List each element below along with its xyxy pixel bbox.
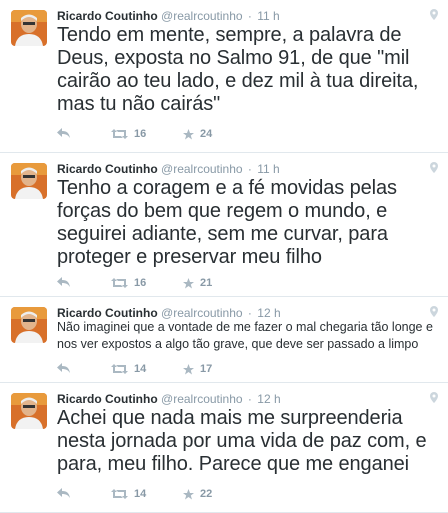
retweet-count: 14 — [134, 363, 147, 375]
reply-icon — [57, 488, 70, 498]
tweet-header: Ricardo Coutinho @realrcoutinho · 11 h — [57, 9, 280, 23]
tweet-header: Ricardo Coutinho @realrcoutinho · 12 h — [57, 306, 281, 320]
author-name[interactable]: Ricardo Coutinho — [57, 162, 158, 176]
retweet-icon — [111, 364, 128, 374]
tweet-timestamp[interactable]: 11 h — [257, 162, 279, 176]
retweet-icon — [111, 129, 128, 139]
tweet-timestamp[interactable]: 12 h — [257, 392, 280, 406]
retweet-button[interactable]: 14 — [111, 488, 146, 500]
avatar[interactable] — [11, 10, 47, 46]
favorite-button[interactable]: 17 — [183, 363, 212, 375]
author-name[interactable]: Ricardo Coutinho — [57, 392, 158, 406]
author-handle[interactable]: @realrcoutinho — [161, 306, 243, 320]
star-icon — [183, 128, 194, 139]
reply-button[interactable] — [57, 128, 70, 138]
location-pin-icon — [430, 160, 438, 178]
star-icon — [183, 277, 194, 288]
tweet-feed: Ricardo Coutinho @realrcoutinho · 11 h T… — [0, 0, 448, 513]
tweet-text: Tenho a coragem e a fé movidas pelas for… — [57, 177, 397, 268]
retweet-icon — [111, 278, 128, 288]
reply-button[interactable] — [57, 363, 70, 373]
location-pin-icon — [430, 7, 438, 25]
location-pin-icon — [430, 390, 438, 408]
tweet-item[interactable]: Ricardo Coutinho @realrcoutinho · 11 h T… — [0, 0, 448, 153]
reply-icon — [57, 277, 70, 287]
author-handle[interactable]: @realrcoutinho — [161, 392, 243, 406]
reply-icon — [57, 363, 70, 373]
favorite-count: 22 — [200, 488, 213, 500]
avatar[interactable] — [11, 163, 47, 199]
retweet-count: 14 — [134, 488, 147, 500]
reply-button[interactable] — [57, 277, 70, 287]
avatar[interactable] — [11, 393, 47, 429]
star-icon — [183, 363, 194, 374]
author-handle[interactable]: @realrcoutinho — [161, 9, 243, 23]
tweet-item[interactable]: Ricardo Coutinho @realrcoutinho · 12 h N… — [0, 297, 448, 383]
favorite-button[interactable]: 22 — [183, 488, 212, 500]
tweet-header: Ricardo Coutinho @realrcoutinho · 11 h — [57, 162, 280, 176]
reply-icon — [57, 128, 70, 138]
tweet-text: Não imaginei que a vontade de me fazer o… — [57, 320, 433, 351]
favorite-count: 17 — [200, 363, 213, 375]
retweet-icon — [111, 489, 128, 499]
tweet-header: Ricardo Coutinho @realrcoutinho · 12 h — [57, 392, 281, 406]
tweet-item[interactable]: Ricardo Coutinho @realrcoutinho · 12 h A… — [0, 383, 448, 513]
tweet-text: Achei que nada mais me surpreenderia nes… — [57, 407, 427, 475]
favorite-button[interactable]: 24 — [183, 128, 212, 140]
reply-button[interactable] — [57, 488, 70, 498]
retweet-button[interactable]: 16 — [111, 128, 146, 140]
favorite-count: 21 — [200, 277, 213, 289]
author-name[interactable]: Ricardo Coutinho — [57, 306, 158, 320]
tweet-timestamp[interactable]: 12 h — [257, 306, 280, 320]
tweet-item[interactable]: Ricardo Coutinho @realrcoutinho · 11 h T… — [0, 153, 448, 297]
favorite-count: 24 — [200, 128, 213, 140]
author-handle[interactable]: @realrcoutinho — [161, 162, 243, 176]
retweet-count: 16 — [134, 277, 147, 289]
retweet-button[interactable]: 16 — [111, 277, 146, 289]
author-name[interactable]: Ricardo Coutinho — [57, 9, 158, 23]
avatar[interactable] — [11, 307, 47, 343]
tweet-text: Tendo em mente, sempre, a palavra de Deu… — [57, 24, 419, 115]
star-icon — [183, 488, 194, 499]
retweet-button[interactable]: 14 — [111, 363, 146, 375]
retweet-count: 16 — [134, 128, 147, 140]
tweet-timestamp[interactable]: 11 h — [257, 9, 279, 23]
favorite-button[interactable]: 21 — [183, 277, 212, 289]
